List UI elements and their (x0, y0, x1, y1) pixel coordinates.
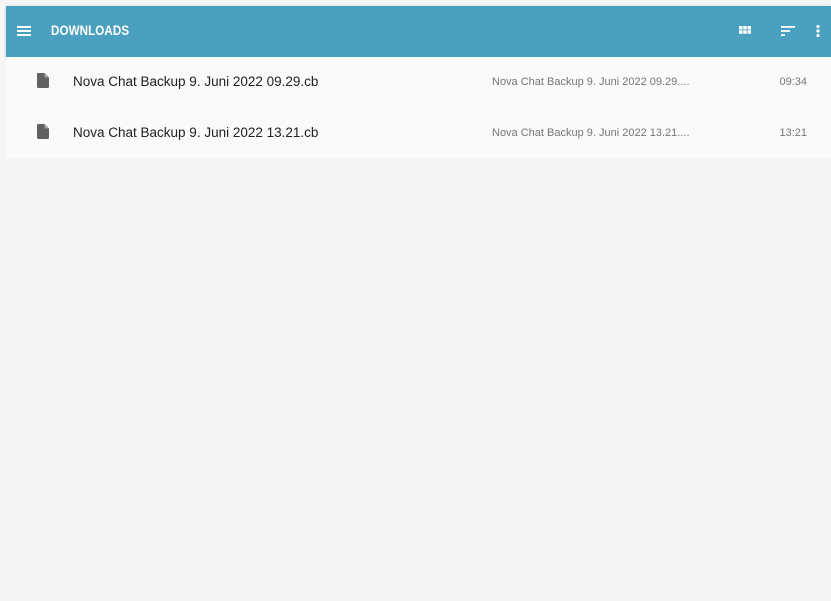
file-summary: Nova Chat Backup 9. Juni 2022 13.21.... (492, 127, 690, 139)
file-icon (37, 73, 49, 88)
file-icon (37, 124, 49, 139)
page-title: DOWNLOADS (51, 23, 130, 38)
navigation-menu-button[interactable] (13, 20, 35, 42)
file-time: 13:21 (779, 127, 807, 139)
file-name: Nova Chat Backup 9. Juni 2022 09.29.cb (73, 74, 319, 89)
menu-icon (17, 26, 31, 36)
file-list: Nova Chat Backup 9. Juni 2022 09.29.cb N… (6, 57, 831, 159)
app-toolbar: DOWNLOADS (6, 6, 831, 57)
file-row[interactable]: Nova Chat Backup 9. Juni 2022 13.21.cb N… (6, 108, 831, 159)
grid-view-icon (739, 26, 751, 34)
sort-icon (781, 26, 795, 36)
file-row[interactable]: Nova Chat Backup 9. Juni 2022 09.29.cb N… (6, 57, 831, 108)
more-vert-icon (816, 24, 820, 38)
file-summary: Nova Chat Backup 9. Juni 2022 09.29.... (492, 76, 690, 88)
sort-button[interactable] (776, 19, 800, 43)
grid-view-button[interactable] (733, 19, 757, 43)
more-options-button[interactable] (811, 19, 825, 43)
file-time: 09:34 (779, 76, 807, 88)
downloads-screen: DOWNLOADS Nova Chat Backup 9. Juni 2022 … (6, 6, 831, 601)
file-name: Nova Chat Backup 9. Juni 2022 13.21.cb (73, 125, 319, 140)
